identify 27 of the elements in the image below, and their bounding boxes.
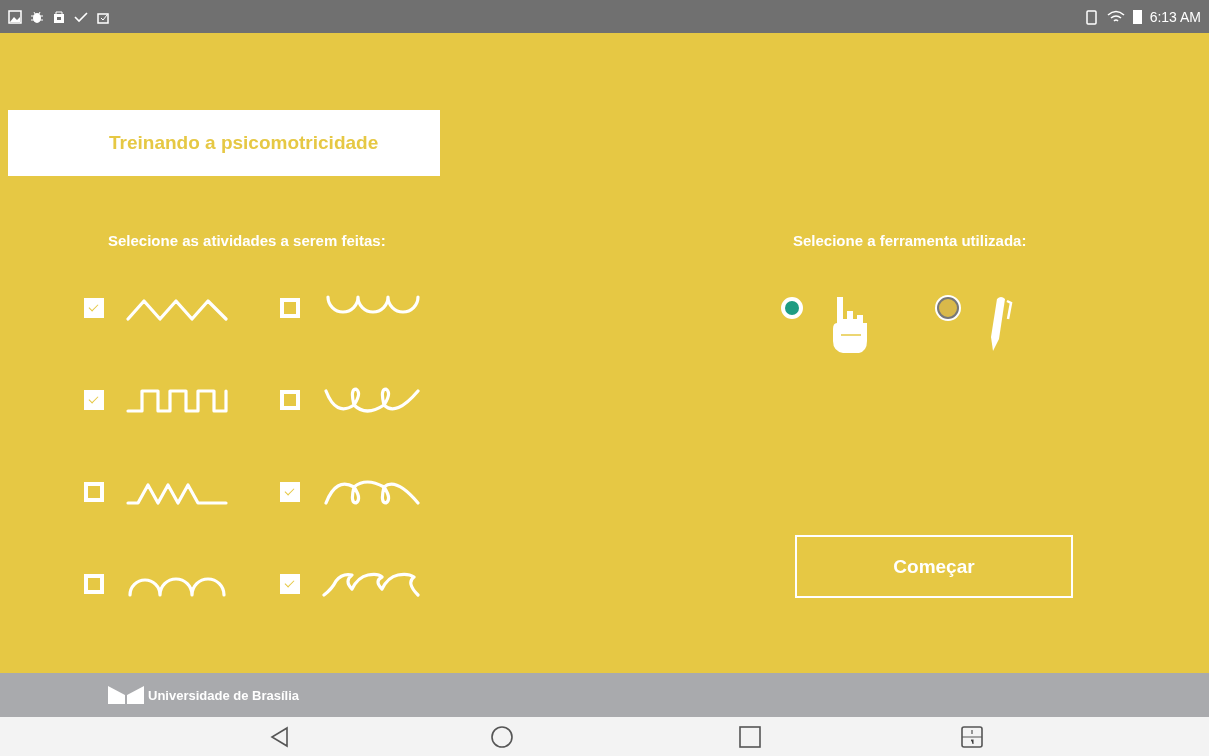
image-icon xyxy=(8,9,22,24)
status-time: 6:13 AM xyxy=(1149,8,1201,25)
checkbox[interactable] xyxy=(84,482,104,502)
tool-heading: Selecione a ferramenta utilizada: xyxy=(793,232,1028,249)
phone-icon xyxy=(1084,8,1099,25)
checkbox[interactable] xyxy=(280,390,300,410)
start-button[interactable]: Começar xyxy=(795,535,1073,598)
checkbox[interactable] xyxy=(280,574,300,594)
store-icon xyxy=(52,9,66,24)
radio-button[interactable] xyxy=(937,297,959,319)
back-icon[interactable] xyxy=(270,725,290,748)
checkbox[interactable] xyxy=(84,574,104,594)
university-name: Universidade de Brasília xyxy=(148,687,299,703)
wifi-icon xyxy=(1106,9,1125,24)
activities-heading: Selecione as atividades a serem feitas: xyxy=(107,232,387,249)
recents-icon[interactable] xyxy=(739,725,761,748)
checkbox[interactable] xyxy=(84,298,104,318)
battery-icon xyxy=(1132,9,1142,24)
checkbox[interactable] xyxy=(280,482,300,502)
split-screen-icon[interactable] xyxy=(961,725,983,748)
home-icon[interactable] xyxy=(490,724,514,749)
envelope-logo-icon xyxy=(108,686,144,704)
checkbox[interactable] xyxy=(84,390,104,410)
screen-title: Treinando a psicomotricidade xyxy=(109,132,379,154)
check-icon xyxy=(74,9,88,24)
bug-icon xyxy=(30,9,44,24)
checkbox[interactable] xyxy=(280,298,300,318)
